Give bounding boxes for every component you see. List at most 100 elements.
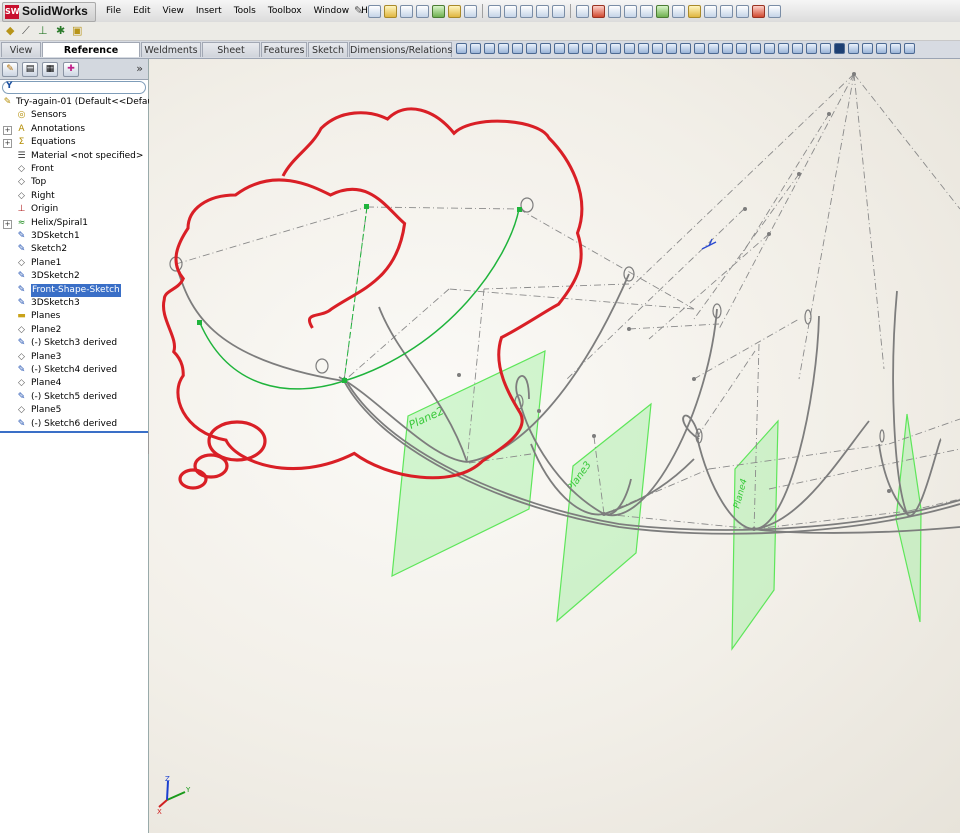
tree-root-part[interactable]: ✎ Try-again-01 (Default<<Default> bbox=[0, 96, 167, 109]
point-tool-icon[interactable]: ✱ bbox=[56, 24, 65, 37]
mate-reference-icon[interactable]: ▣ bbox=[72, 24, 82, 37]
menu-view[interactable]: View bbox=[157, 6, 190, 16]
model-viewport[interactable]: Plane2 Plane3 Plane4 bbox=[149, 59, 960, 833]
mass-properties-icon[interactable] bbox=[704, 4, 717, 18]
bottom-view-icon[interactable] bbox=[680, 43, 691, 54]
reference-plane-2[interactable] bbox=[391, 350, 546, 578]
tree-item[interactable]: ✎ Sketch2 bbox=[0, 243, 148, 256]
more-tools-icon[interactable] bbox=[768, 4, 781, 18]
tree-item[interactable]: ✎ (-) Sketch4 derived bbox=[0, 364, 148, 377]
menu-edit[interactable]: Edit bbox=[127, 6, 156, 16]
single-view-icon[interactable] bbox=[750, 43, 761, 54]
tree-item[interactable]: ◇ Plane5 bbox=[0, 404, 148, 417]
print-icon[interactable] bbox=[464, 4, 477, 18]
solidworks-logo[interactable]: SW SolidWorks bbox=[2, 2, 96, 22]
menu-window[interactable]: Window bbox=[308, 6, 356, 16]
reference-plane-4[interactable] bbox=[731, 419, 779, 651]
feature-manager-tab-icon[interactable]: ✎ bbox=[2, 62, 18, 77]
help-icon[interactable] bbox=[688, 4, 701, 18]
tree-item[interactable]: ⊥ Origin bbox=[0, 203, 148, 216]
menu-insert[interactable]: Insert bbox=[190, 6, 228, 16]
macro-icon[interactable] bbox=[752, 4, 765, 18]
tree-item[interactable]: ✎ 3DSketch3 bbox=[0, 297, 148, 310]
options-icon[interactable] bbox=[608, 4, 621, 18]
tree-item[interactable]: ◇ Plane3 bbox=[0, 351, 148, 364]
tree-item[interactable]: ◇ Plane2 bbox=[0, 324, 148, 337]
tree-item[interactable]: ✎ (-) Sketch3 derived bbox=[0, 337, 148, 350]
shadows-icon[interactable] bbox=[876, 43, 887, 54]
menu-file[interactable]: File bbox=[100, 6, 127, 16]
property-manager-tab-icon[interactable]: ▤ bbox=[22, 62, 38, 77]
select-icon[interactable] bbox=[576, 4, 589, 18]
previous-view-icon[interactable] bbox=[568, 43, 579, 54]
shaded-icon[interactable] bbox=[862, 43, 873, 54]
zoom-selection-icon[interactable] bbox=[498, 43, 509, 54]
trimetric-view-icon[interactable] bbox=[708, 43, 719, 54]
dimetric-view-icon[interactable] bbox=[722, 43, 733, 54]
menu-tools[interactable]: Tools bbox=[228, 6, 262, 16]
tree-item[interactable]: ✎ Front-Shape-Sketch bbox=[0, 283, 148, 297]
curvature-icon[interactable] bbox=[904, 43, 915, 54]
print-preview-icon[interactable] bbox=[488, 4, 501, 18]
graphics-area[interactable]: Plane2 Plane3 Plane4 X Y Z bbox=[149, 59, 960, 833]
display-icon[interactable] bbox=[672, 4, 685, 18]
tree-item[interactable]: ◇ Plane1 bbox=[0, 257, 148, 270]
section-view-icon[interactable] bbox=[596, 43, 607, 54]
rebuild-icon[interactable] bbox=[520, 4, 533, 18]
tab-weldments[interactable]: Weldments bbox=[141, 42, 201, 57]
left-view-icon[interactable] bbox=[638, 43, 649, 54]
tab-dimensions-relations[interactable]: Dimensions/Relations bbox=[349, 42, 452, 57]
sketch-tools-icon[interactable] bbox=[736, 4, 749, 18]
axis-tool-icon[interactable]: ⟋ bbox=[22, 24, 30, 38]
tree-item[interactable]: ◇ Right bbox=[0, 190, 148, 203]
new-document-icon[interactable] bbox=[368, 4, 381, 18]
tree-item[interactable]: + Σ Equations bbox=[0, 136, 148, 149]
tree-item[interactable]: ✎ 3DSketch1 bbox=[0, 230, 148, 243]
file-properties-icon[interactable] bbox=[624, 4, 637, 18]
zoom-to-fit-icon[interactable] bbox=[456, 43, 467, 54]
zoom-to-area-icon[interactable] bbox=[470, 43, 481, 54]
traffic-light-icon[interactable] bbox=[592, 4, 605, 18]
tab-sheet-metal[interactable]: Sheet Metal bbox=[202, 42, 260, 71]
front-shape-sketch[interactable] bbox=[197, 204, 522, 390]
tree-item[interactable]: ▬ Planes bbox=[0, 310, 148, 323]
pan-icon[interactable] bbox=[554, 43, 565, 54]
rotate-icon[interactable] bbox=[540, 43, 551, 54]
save-all-icon[interactable] bbox=[416, 4, 429, 18]
back-view-icon[interactable] bbox=[624, 43, 635, 54]
tree-item[interactable]: ☰ Material <not specified> bbox=[0, 150, 148, 163]
expand-icon[interactable]: + bbox=[3, 139, 12, 149]
pin-icon[interactable]: ✎ bbox=[354, 4, 363, 17]
isometric-view-icon[interactable] bbox=[694, 43, 705, 54]
front-view-icon[interactable] bbox=[610, 43, 621, 54]
tree-item[interactable]: ✎ 3DSketch2 bbox=[0, 270, 148, 283]
tree-item[interactable]: ◇ Plane4 bbox=[0, 377, 148, 390]
zoom-page-icon[interactable] bbox=[504, 4, 517, 18]
tab-features[interactable]: Features bbox=[261, 42, 307, 57]
undo-icon[interactable] bbox=[536, 4, 549, 18]
dimxpert-tab-icon[interactable]: ✚ bbox=[63, 62, 79, 77]
make-assembly-icon[interactable] bbox=[448, 4, 461, 18]
perspective-icon[interactable] bbox=[890, 43, 901, 54]
3d-drawing-view-icon[interactable] bbox=[582, 43, 593, 54]
shaded-with-edges-icon[interactable] bbox=[848, 43, 859, 54]
expand-icon[interactable]: + bbox=[3, 125, 12, 135]
roll-view-icon[interactable] bbox=[526, 43, 537, 54]
plane-tool-icon[interactable]: ◆ bbox=[6, 24, 14, 37]
filter-field[interactable]: Y bbox=[2, 81, 146, 94]
wireframe-icon[interactable] bbox=[806, 43, 817, 54]
tree-item[interactable]: ✎ (-) Sketch5 derived bbox=[0, 391, 148, 404]
save-icon[interactable] bbox=[400, 4, 413, 18]
make-drawing-icon[interactable] bbox=[432, 4, 445, 18]
top-view-icon[interactable] bbox=[666, 43, 677, 54]
sum-icon[interactable] bbox=[720, 4, 733, 18]
open-icon[interactable] bbox=[384, 4, 397, 18]
expand-icon[interactable]: + bbox=[3, 219, 12, 229]
panel-splitter[interactable] bbox=[0, 431, 148, 433]
rotate-view-icon[interactable] bbox=[512, 43, 523, 54]
tree-item[interactable]: ◇ Top bbox=[0, 176, 148, 189]
tree-item[interactable]: ✎ (-) Sketch6 derived bbox=[0, 418, 148, 431]
measure-icon[interactable] bbox=[640, 4, 653, 18]
coordinate-system-icon[interactable]: ⊥ bbox=[38, 24, 48, 37]
tree-item[interactable]: ◇ Front bbox=[0, 163, 148, 176]
